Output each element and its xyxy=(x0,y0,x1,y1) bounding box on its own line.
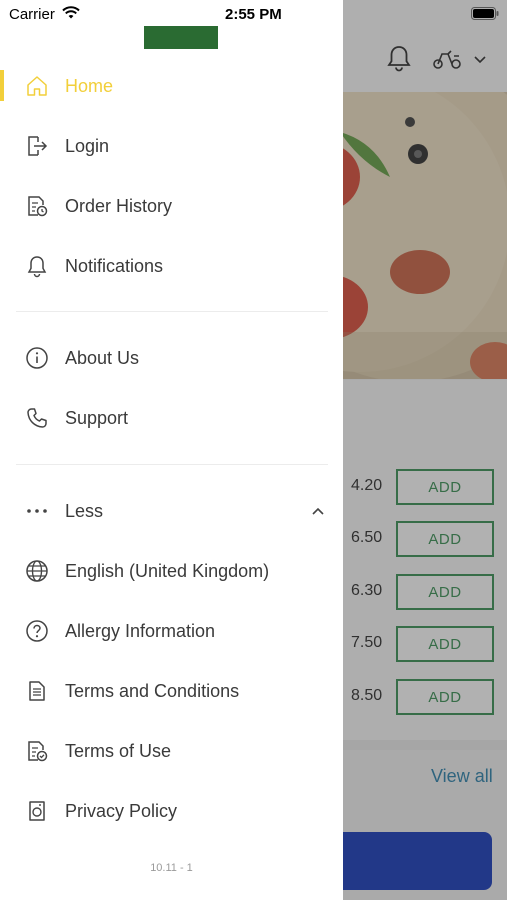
order-history-icon xyxy=(24,193,50,219)
menu-divider xyxy=(16,464,328,465)
menu-item-less-toggle[interactable]: Less xyxy=(0,487,343,535)
menu-item-home[interactable]: Home xyxy=(0,62,343,110)
side-drawer: Home Login Order History Notifications A… xyxy=(0,0,343,900)
menu-item-login[interactable]: Login xyxy=(0,122,343,170)
menu-label: Support xyxy=(65,407,129,428)
battery-icon xyxy=(471,7,499,20)
bell-icon xyxy=(24,253,50,279)
menu-label: Privacy Policy xyxy=(65,800,178,821)
menu-item-privacy-policy[interactable]: Privacy Policy xyxy=(0,787,343,835)
menu-item-terms-of-use[interactable]: Terms of Use xyxy=(0,727,343,775)
question-icon xyxy=(24,618,50,644)
phone-icon xyxy=(24,405,50,431)
menu-label: Home xyxy=(65,75,114,96)
menu-item-notifications[interactable]: Notifications xyxy=(0,242,343,290)
menu-item-language[interactable]: English (United Kingdom) xyxy=(0,547,343,595)
menu-label: Notifications xyxy=(65,255,164,276)
menu-item-allergy-information[interactable]: Allergy Information xyxy=(0,607,343,655)
status-bar: Carrier 2:55 PM xyxy=(0,0,507,28)
menu-item-terms-and-conditions[interactable]: Terms and Conditions xyxy=(0,667,343,715)
menu-label: Login xyxy=(65,135,110,156)
menu-label: About Us xyxy=(65,347,140,368)
chevron-up-icon xyxy=(311,506,325,516)
menu-divider xyxy=(16,311,328,312)
menu-label: Terms of Use xyxy=(65,740,172,761)
menu-item-order-history[interactable]: Order History xyxy=(0,182,343,230)
wifi-icon xyxy=(62,6,80,20)
menu-label: Less xyxy=(65,500,104,521)
privacy-icon xyxy=(24,798,50,824)
menu-item-support[interactable]: Support xyxy=(0,394,343,442)
menu-label: English (United Kingdom) xyxy=(65,560,270,581)
more-dots-icon xyxy=(24,498,50,524)
menu-label: Order History xyxy=(65,195,173,216)
document-icon xyxy=(24,678,50,704)
document-check-icon xyxy=(24,738,50,764)
app-version: 10.11 - 1 xyxy=(150,862,193,874)
menu-label: Allergy Information xyxy=(65,620,216,641)
carrier-label: Carrier xyxy=(9,6,55,23)
home-icon xyxy=(24,73,50,99)
globe-icon xyxy=(24,558,50,584)
login-icon xyxy=(24,133,50,159)
clock: 2:55 PM xyxy=(225,6,282,23)
brand-logo xyxy=(144,26,218,49)
menu-item-about-us[interactable]: About Us xyxy=(0,334,343,382)
menu-label: Terms and Conditions xyxy=(65,680,240,701)
info-icon xyxy=(24,345,50,371)
